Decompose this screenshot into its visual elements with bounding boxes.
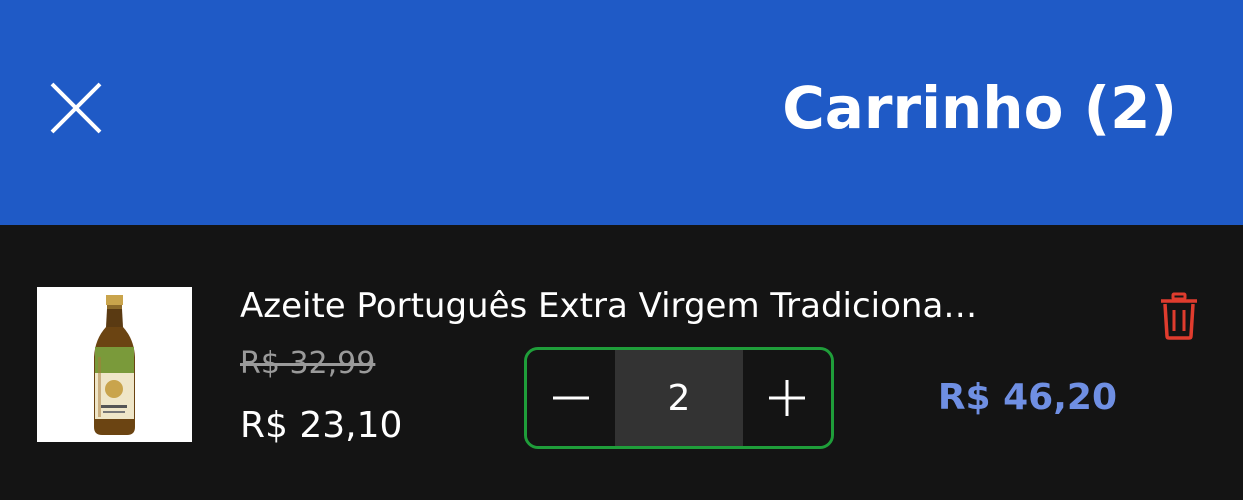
item-total-price: R$ 46,20 <box>937 377 1117 418</box>
increment-button[interactable] <box>743 350 831 446</box>
plus-icon <box>769 380 805 416</box>
close-icon <box>50 82 102 134</box>
product-old-price: R$ 32,99 <box>240 346 376 381</box>
cart-title: Carrinho (2) <box>782 74 1177 142</box>
product-name[interactable]: Azeite Português Extra Virgem Tradiciona… <box>240 280 1120 332</box>
remove-item-button[interactable] <box>1158 292 1200 340</box>
trash-icon <box>1161 292 1197 340</box>
product-image[interactable] <box>37 287 192 442</box>
cart-header: Carrinho (2) <box>0 0 1243 225</box>
quantity-value[interactable]: 2 <box>615 350 743 446</box>
minus-icon <box>553 396 589 400</box>
olive-oil-bottle-image <box>37 287 192 442</box>
product-price: R$ 23,10 <box>240 405 403 446</box>
close-button[interactable] <box>44 76 108 140</box>
decrement-button[interactable] <box>527 350 615 446</box>
quantity-stepper: 2 <box>524 347 834 449</box>
